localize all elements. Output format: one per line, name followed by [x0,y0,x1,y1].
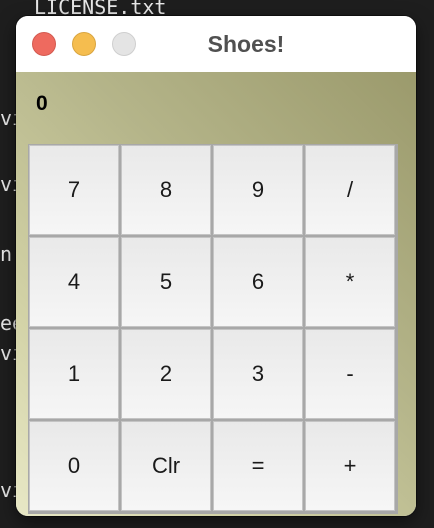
key-3[interactable]: 3 [213,329,303,419]
key-divide[interactable]: / [305,145,395,235]
calculator-keypad: 7 8 9 / 4 5 6 * 1 2 3 - 0 Clr = + [28,144,398,514]
key-1[interactable]: 1 [29,329,119,419]
minimize-window-button[interactable] [72,32,96,56]
key-2[interactable]: 2 [121,329,211,419]
key-6[interactable]: 6 [213,237,303,327]
title-bar[interactable]: Shoes! [16,16,416,72]
key-equals[interactable]: = [213,421,303,511]
key-add[interactable]: + [305,421,395,511]
key-7[interactable]: 7 [29,145,119,235]
close-window-button[interactable] [32,32,56,56]
key-clear[interactable]: Clr [121,421,211,511]
calculator-content: 0 7 8 9 / 4 5 6 * 1 2 3 - 0 Clr = + [16,72,416,516]
key-4[interactable]: 4 [29,237,119,327]
key-0[interactable]: 0 [29,421,119,511]
window-title: Shoes! [207,31,285,57]
shoes-window: Shoes! 0 7 8 9 / 4 5 6 * 1 2 3 - 0 Clr =… [16,16,416,516]
terminal-line-3: n [0,242,13,266]
key-9[interactable]: 9 [213,145,303,235]
key-subtract[interactable]: - [305,329,395,419]
terminal-line-license: LICENSE.txt [34,0,167,19]
key-multiply[interactable]: * [305,237,395,327]
key-8[interactable]: 8 [121,145,211,235]
key-5[interactable]: 5 [121,237,211,327]
calculator-display: 0 [36,92,48,115]
zoom-window-button[interactable] [112,32,136,56]
